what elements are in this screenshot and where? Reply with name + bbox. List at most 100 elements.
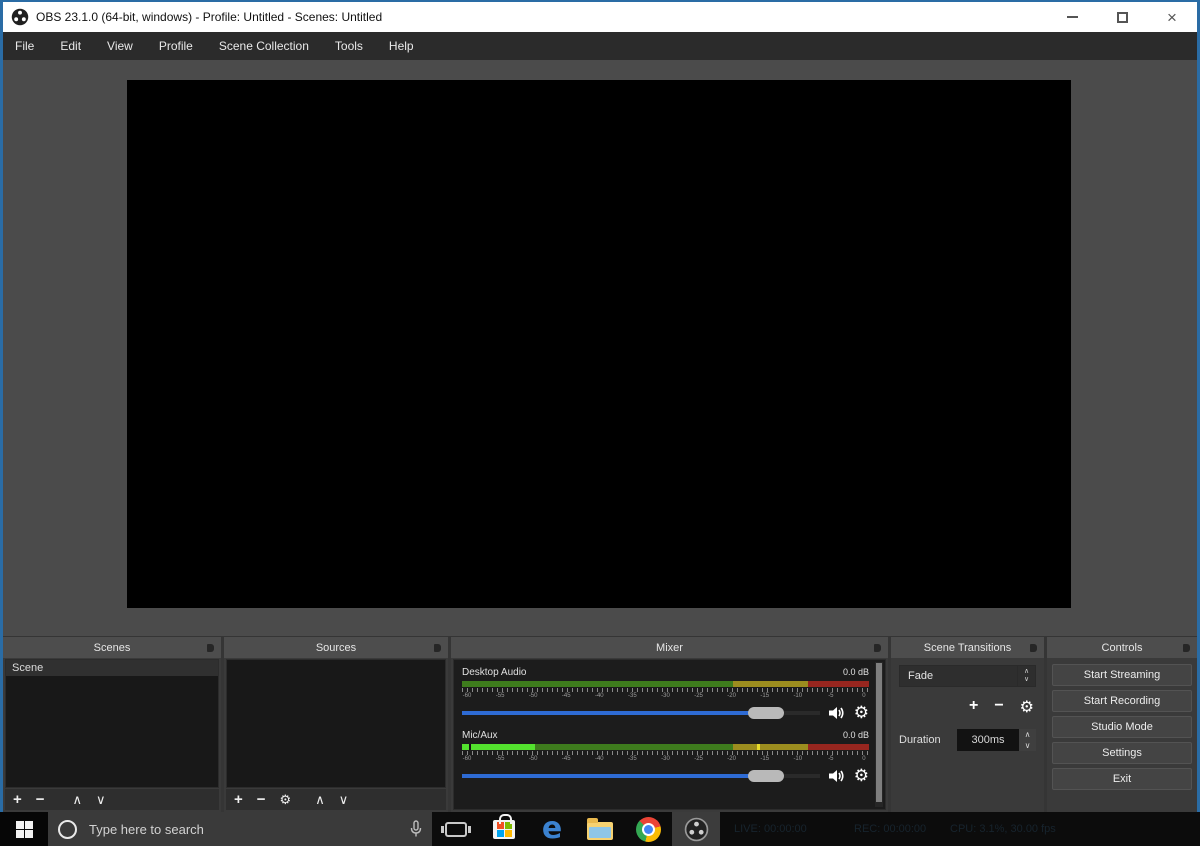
windows-logo-icon <box>16 821 33 838</box>
add-scene-button[interactable]: + <box>13 791 22 808</box>
file-explorer-button[interactable] <box>576 812 624 846</box>
scene-up-button[interactable]: ∧ <box>73 792 83 808</box>
add-source-button[interactable]: + <box>234 791 243 808</box>
duration-spinbox[interactable]: 300ms ∧ ∨ <box>957 729 1036 751</box>
scene-transitions-dock: Scene Transitions Fade ∧∨ + − ⚙ Duration <box>891 637 1044 812</box>
duration-value[interactable]: 300ms <box>957 729 1019 751</box>
scene-down-button[interactable]: ∨ <box>96 792 106 808</box>
add-transition-button[interactable]: + <box>969 697 978 717</box>
settings-button[interactable]: Settings <box>1052 742 1192 764</box>
remove-transition-button[interactable]: − <box>994 697 1003 717</box>
chrome-button[interactable] <box>624 812 672 846</box>
dock-row: Scenes Scene + − ∧ ∨ Sources + − <box>3 636 1197 812</box>
scene-transitions-header[interactable]: Scene Transitions <box>891 637 1044 658</box>
scene-transitions-body: Fade ∧∨ + − ⚙ Duration 300ms ∧ <box>891 658 1044 751</box>
dock-pin-icon[interactable] <box>1030 644 1037 652</box>
desktop-audio-volume-slider[interactable] <box>462 706 820 720</box>
edge-button[interactable]: e <box>528 812 576 846</box>
task-view-icon <box>445 822 467 837</box>
microphone-icon[interactable] <box>410 820 422 838</box>
scenes-header[interactable]: Scenes <box>3 637 221 658</box>
maximize-icon <box>1117 12 1128 23</box>
menu-help[interactable]: Help <box>389 39 414 53</box>
duration-label: Duration <box>899 734 941 746</box>
dock-pin-icon[interactable] <box>434 644 441 652</box>
obs-taskbar-button[interactable] <box>672 812 720 846</box>
menu-tools[interactable]: Tools <box>335 39 363 53</box>
microsoft-store-icon <box>493 820 515 839</box>
cortana-icon <box>58 820 77 839</box>
transition-select[interactable]: Fade ∧∨ <box>899 665 1036 687</box>
menu-scene-collection[interactable]: Scene Collection <box>219 39 309 53</box>
controls-header[interactable]: Controls <box>1047 637 1197 658</box>
source-properties-gear-icon[interactable]: ⚙ <box>280 792 292 808</box>
preview-canvas[interactable] <box>127 80 1071 608</box>
mic-aux-meter <box>462 744 869 750</box>
close-button[interactable]: × <box>1147 2 1197 32</box>
sources-list[interactable] <box>226 659 446 788</box>
mic-aux-volume-slider[interactable] <box>462 769 820 783</box>
microsoft-store-button[interactable] <box>480 812 528 846</box>
minimize-button[interactable] <box>1047 2 1097 32</box>
sources-header[interactable]: Sources <box>224 637 448 658</box>
slider-handle[interactable] <box>748 707 784 719</box>
source-up-button[interactable]: ∧ <box>315 792 325 808</box>
chrome-icon <box>636 817 661 842</box>
edge-icon: e <box>542 814 562 844</box>
mic-aux-label: Mic/Aux <box>462 730 498 741</box>
obs-taskbar-icon <box>684 817 709 842</box>
taskbar-search[interactable] <box>48 812 432 846</box>
mixer-scrollbar[interactable] <box>875 662 883 807</box>
minimize-icon <box>1067 16 1078 18</box>
menu-file[interactable]: File <box>15 39 34 53</box>
title-bar[interactable]: OBS 23.1.0 (64-bit, windows) - Profile: … <box>3 2 1197 32</box>
maximize-button[interactable] <box>1097 2 1147 32</box>
mic-aux-db: 0.0 dB <box>843 730 869 740</box>
remove-scene-button[interactable]: − <box>36 791 45 808</box>
studio-mode-button[interactable]: Studio Mode <box>1052 716 1192 738</box>
sources-dock: Sources + − ⚙ ∧ ∨ <box>224 637 448 812</box>
meter-ruler <box>462 688 869 692</box>
mixer-body: Desktop Audio 0.0 dB -60-55-50-45-40-35-… <box>453 659 886 810</box>
start-streaming-button[interactable]: Start Streaming <box>1052 664 1192 686</box>
menu-edit[interactable]: Edit <box>60 39 81 53</box>
mic-aux-channel: Mic/Aux 0.0 dB -60-55-50-45-40-35-30-25-… <box>462 730 869 784</box>
controls-title: Controls <box>1102 642 1143 654</box>
close-icon: × <box>1167 9 1177 26</box>
rec-time-status: REC: 00:00:00 <box>854 823 926 835</box>
dock-pin-icon[interactable] <box>874 644 881 652</box>
obs-status-readout: LIVE: 00:00:00 REC: 00:00:00 CPU: 3.1%, … <box>720 812 1200 846</box>
transition-properties-gear-icon[interactable]: ⚙ <box>1020 697 1034 717</box>
sources-toolbar: + − ⚙ ∧ ∨ <box>226 789 446 810</box>
mic-aux-gear-icon[interactable]: ⚙ <box>854 767 869 784</box>
start-recording-button[interactable]: Start Recording <box>1052 690 1192 712</box>
scenes-list[interactable]: Scene <box>5 659 219 788</box>
combo-spinner-icon[interactable]: ∧∨ <box>1017 666 1035 686</box>
search-input[interactable] <box>89 822 410 837</box>
dock-pin-icon[interactable] <box>207 644 214 652</box>
slider-handle[interactable] <box>748 770 784 782</box>
remove-source-button[interactable]: − <box>257 791 266 808</box>
mixer-header[interactable]: Mixer <box>451 637 888 658</box>
duration-up-button[interactable]: ∧ <box>1019 729 1036 740</box>
obs-logo-icon <box>11 8 29 26</box>
live-time-status: LIVE: 00:00:00 <box>734 823 807 835</box>
mixer-dock: Mixer Desktop Audio 0.0 dB -60-55-50-45-… <box>451 637 888 812</box>
scenes-title: Scenes <box>94 642 131 654</box>
start-button[interactable] <box>0 812 48 846</box>
desktop-audio-db: 0.0 dB <box>843 667 869 677</box>
task-view-button[interactable] <box>432 812 480 846</box>
source-down-button[interactable]: ∨ <box>339 792 349 808</box>
meter-tick-labels: -60-55-50-45-40-35-30-25-20-15-10-50 <box>462 693 869 699</box>
sources-title: Sources <box>316 642 356 654</box>
menu-profile[interactable]: Profile <box>159 39 193 53</box>
menu-view[interactable]: View <box>107 39 133 53</box>
exit-button[interactable]: Exit <box>1052 768 1192 790</box>
desktop-audio-channel: Desktop Audio 0.0 dB -60-55-50-45-40-35-… <box>462 667 869 721</box>
scene-list-item[interactable]: Scene <box>6 660 218 676</box>
speaker-icon[interactable] <box>829 769 845 783</box>
duration-down-button[interactable]: ∨ <box>1019 740 1036 751</box>
speaker-icon[interactable] <box>829 706 845 720</box>
dock-pin-icon[interactable] <box>1183 644 1190 652</box>
desktop-audio-gear-icon[interactable]: ⚙ <box>854 704 869 721</box>
